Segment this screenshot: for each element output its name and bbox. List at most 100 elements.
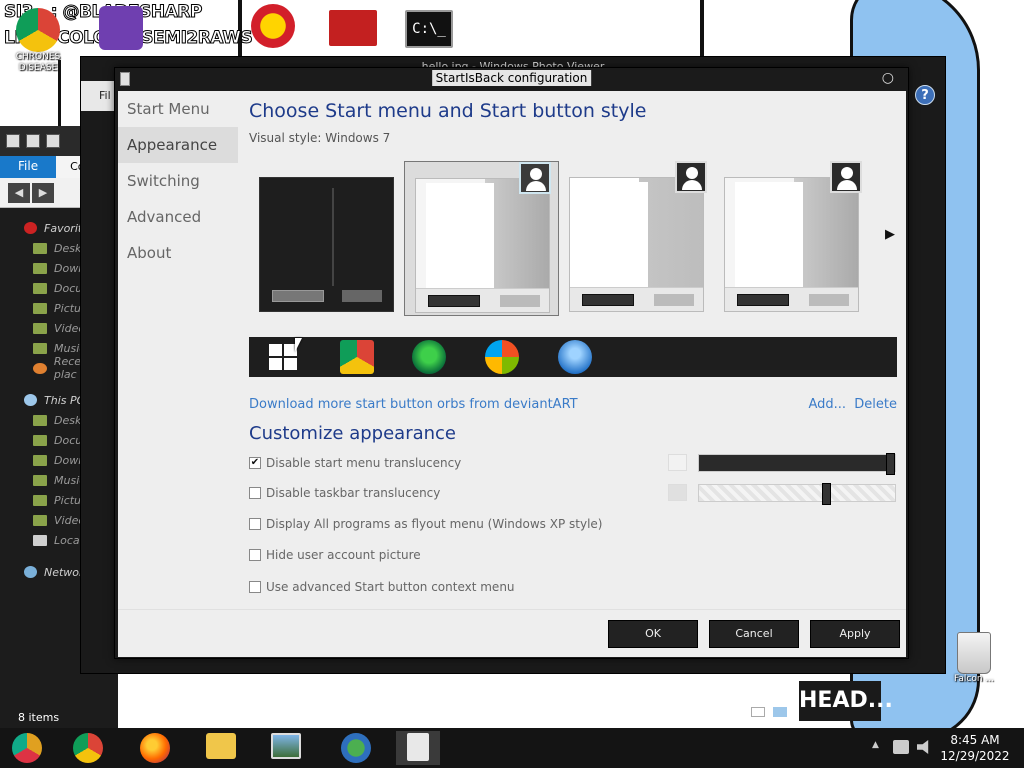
- appearance-page: Choose Start menu and Start button style…: [249, 91, 899, 611]
- windows-7-orb-icon[interactable]: [485, 340, 519, 374]
- start-menu-opacity-slider[interactable]: [698, 453, 896, 475]
- folder-icon: [33, 414, 47, 426]
- user-picture-icon: [675, 161, 707, 193]
- help-icon[interactable]: ?: [915, 85, 935, 105]
- desktop-shortcut-p-logo[interactable]: [242, 4, 304, 48]
- taskbar-app-file-explorer[interactable]: [199, 731, 243, 765]
- close-icon[interactable]: ○: [882, 70, 894, 86]
- option-label: Disable start menu translucency: [266, 456, 462, 470]
- windows-vista-orb-icon[interactable]: [558, 340, 592, 374]
- dialog-button-bar: OK Cancel Apply: [118, 609, 906, 657]
- chrome-orb-icon[interactable]: [340, 340, 374, 374]
- new-folder-icon[interactable]: [26, 134, 40, 148]
- option-all-programs-flyout[interactable]: Display All programs as flyout menu (Win…: [249, 515, 602, 533]
- recycle-bin-shortcut[interactable]: Falcon ...: [942, 632, 1006, 684]
- style-option-dark[interactable]: [249, 161, 404, 316]
- cmd-icon: C:\_: [405, 10, 453, 48]
- slider-thumb[interactable]: [886, 453, 895, 475]
- apply-button[interactable]: Apply: [810, 620, 900, 648]
- sidebar-item-start-menu[interactable]: Start Menu: [118, 91, 238, 127]
- option-label: Hide user account picture: [266, 548, 421, 562]
- delete-orb-link[interactable]: Delete: [854, 397, 897, 412]
- show-hidden-icons-button[interactable]: ▲: [872, 740, 879, 750]
- start-orb-picker: [249, 337, 897, 377]
- folder-icon: [33, 434, 47, 446]
- forward-button[interactable]: ▶: [32, 182, 54, 203]
- taskbar-app-photo-viewer[interactable]: [264, 731, 308, 765]
- orb-links: Download more start button orbs from dev…: [249, 397, 897, 412]
- checkbox[interactable]: [249, 581, 261, 593]
- style-option-light-gradient[interactable]: [714, 161, 869, 316]
- desktop-shortcut-chrome[interactable]: CHRONES DISEASE: [7, 8, 69, 74]
- windows-10-orb-icon[interactable]: [269, 344, 297, 370]
- details-view-icon[interactable]: [773, 707, 787, 717]
- checkbox[interactable]: [249, 549, 261, 561]
- heart-icon: [24, 222, 37, 234]
- viewer-file-menu[interactable]: Fil: [81, 81, 117, 111]
- orb-actions: Add... Delete: [808, 397, 897, 412]
- page-title: Choose Start menu and Start button style: [249, 100, 647, 122]
- style-option-windows-7[interactable]: [404, 161, 559, 316]
- app-icon: [120, 72, 130, 86]
- taskbar-color-swatch[interactable]: [668, 484, 687, 501]
- checkbox-checked[interactable]: ✔: [249, 457, 261, 469]
- dialog-client: Start Menu Appearance Switching Advanced…: [118, 91, 906, 657]
- option-disable-start-menu-translucency[interactable]: ✔ Disable start menu translucency: [249, 454, 461, 472]
- taskbar-opacity-slider[interactable]: [698, 483, 896, 505]
- sidebar-item-switching[interactable]: Switching: [118, 163, 238, 199]
- user-picture-icon: [830, 161, 862, 193]
- next-styles-arrow-icon[interactable]: ▶: [885, 227, 899, 242]
- p-logo-icon: [251, 4, 295, 48]
- desktop-shortcut-label: CHRONES DISEASE: [15, 52, 61, 73]
- tab-file[interactable]: File: [0, 156, 57, 178]
- sidebar-item-appearance[interactable]: Appearance: [118, 127, 238, 163]
- folder-icon: [33, 514, 47, 526]
- taskbar-app-network-people[interactable]: [334, 731, 378, 765]
- folder-icon: [33, 474, 47, 486]
- volume-icon[interactable]: [917, 740, 929, 754]
- taskbar: ▲ 8:45 AM 12/29/2022: [0, 728, 1024, 768]
- option-advanced-context-menu[interactable]: Use advanced Start button context menu: [249, 578, 515, 596]
- sidebar-item-about[interactable]: About: [118, 235, 238, 271]
- cancel-button[interactable]: Cancel: [709, 620, 799, 648]
- download-orbs-link[interactable]: Download more start button orbs from dev…: [249, 397, 578, 412]
- desktop-shortcut-flag[interactable]: [322, 10, 384, 46]
- option-label: Display All programs as flyout menu (Win…: [266, 517, 603, 531]
- customize-heading: Customize appearance: [249, 423, 456, 444]
- recycle-bin-icon: [957, 632, 991, 674]
- back-button[interactable]: ◀: [8, 182, 30, 203]
- taskbar-app-chrome[interactable]: [66, 731, 110, 765]
- recycle-bin-label: Falcon ...: [954, 674, 994, 684]
- wallpaper-stroke: [700, 0, 704, 56]
- desktop-shortcut-visual-studio[interactable]: [90, 6, 152, 50]
- dialog-titlebar[interactable]: StartIsBack configuration ○: [115, 68, 908, 91]
- view-toggle-icon[interactable]: [751, 707, 765, 717]
- taskbar-app-firefox[interactable]: [133, 731, 177, 765]
- slider-thumb[interactable]: [822, 483, 831, 505]
- chrome-canary-icon: [12, 733, 42, 763]
- taskbar-app-chrome-canary[interactable]: [5, 731, 49, 765]
- start-menu-color-swatch[interactable]: [668, 454, 687, 471]
- option-hide-user-picture[interactable]: Hide user account picture: [249, 546, 421, 564]
- folder-icon: [33, 242, 47, 254]
- taskbar-app-startisback[interactable]: [396, 731, 440, 765]
- add-orb-link[interactable]: Add...: [808, 397, 846, 412]
- dialog-title: StartIsBack configuration: [431, 70, 592, 86]
- system-clock[interactable]: 8:45 AM 12/29/2022: [940, 732, 1010, 764]
- checkbox[interactable]: [249, 518, 261, 530]
- recent-places-icon: [33, 362, 47, 374]
- checkbox[interactable]: [249, 487, 261, 499]
- properties-icon[interactable]: [6, 134, 20, 148]
- clock-time: 8:45 AM: [950, 733, 1000, 747]
- photo-viewer-icon: [271, 733, 301, 759]
- clover-orb-icon[interactable]: [412, 340, 446, 374]
- ok-button[interactable]: OK: [608, 620, 698, 648]
- sidebar-item-advanced[interactable]: Advanced: [118, 199, 238, 235]
- document-icon[interactable]: [46, 134, 60, 148]
- network-tray-icon[interactable]: [893, 740, 909, 754]
- option-label: Use advanced Start button context menu: [266, 580, 515, 594]
- desktop-shortcut-cmd[interactable]: C:\_: [398, 10, 460, 48]
- option-disable-taskbar-translucency[interactable]: Disable taskbar translucency: [249, 484, 440, 502]
- option-label: Disable taskbar translucency: [266, 486, 441, 500]
- style-option-light-gray[interactable]: [559, 161, 714, 316]
